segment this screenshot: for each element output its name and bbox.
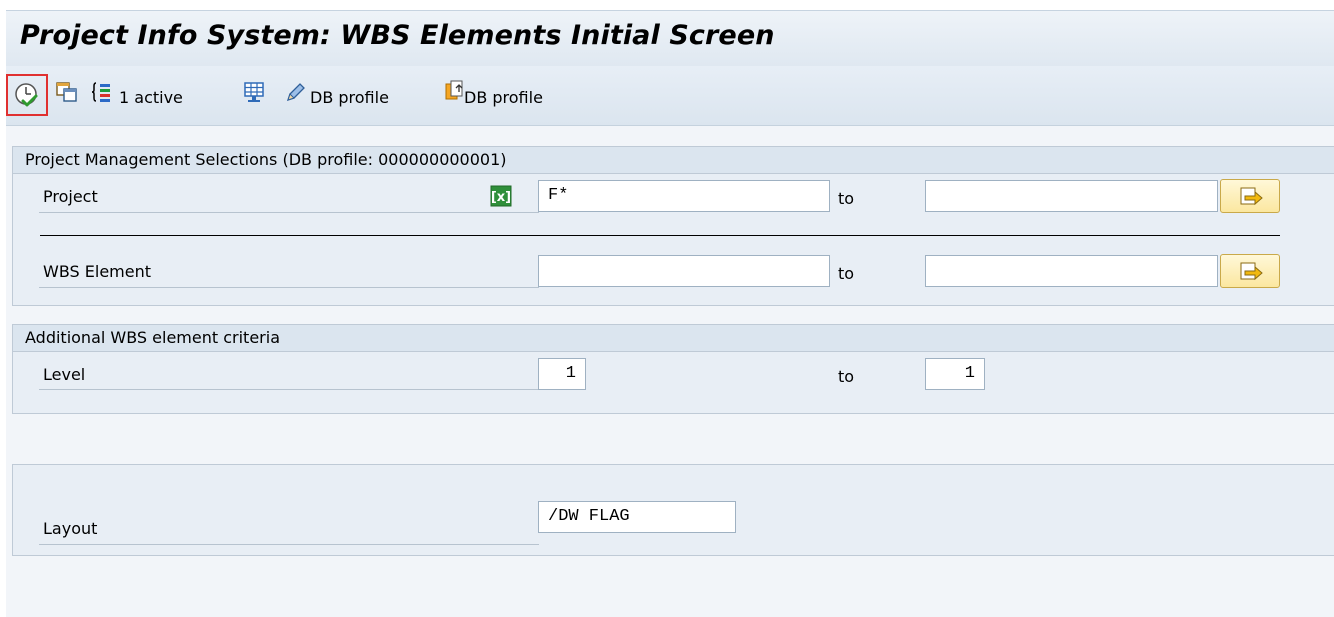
svg-text:[x]: [x] [491, 190, 511, 205]
db-profile-label-2: DB profile [464, 88, 543, 107]
group-title: Project Management Selections (DB profil… [13, 147, 1334, 174]
project-label: Project [43, 187, 98, 206]
project-multiple-selection-button[interactable] [1220, 179, 1280, 213]
equal-option-icon: [x] [490, 185, 512, 207]
section-separator [40, 235, 1280, 236]
db-profile-label-1: DB profile [310, 88, 389, 107]
dynamic-selection-icon [91, 82, 110, 102]
active-selections-count[interactable]: 1 active [119, 88, 183, 107]
level-from-input[interactable]: 1 [538, 358, 586, 390]
row-underline [39, 287, 539, 288]
execute-button[interactable] [6, 74, 48, 116]
wbs-element-label: WBS Element [43, 262, 151, 281]
layout-group: Layout /DW FLAG [12, 464, 1334, 556]
level-to-label: to [838, 367, 855, 386]
wbs-element-to-input[interactable] [925, 255, 1218, 287]
row-underline [39, 544, 539, 545]
multiple-selection-arrow-icon [1240, 262, 1263, 281]
application-toolbar: 1 active DB profile DB profile [6, 66, 1334, 126]
grid-table-icon [244, 82, 264, 102]
copy-windows-icon [56, 82, 77, 102]
execute-clock-check-icon [15, 83, 38, 107]
group-title: Additional WBS element criteria [13, 325, 1334, 352]
row-underline [39, 212, 539, 213]
wbs-element-to-label: to [838, 264, 855, 283]
multiple-selection-arrow-icon [1240, 187, 1263, 206]
project-to-label: to [838, 189, 855, 208]
sap-window: Project Info System: WBS Elements Initia… [0, 0, 1334, 617]
title-bar: Project Info System: WBS Elements Initia… [6, 10, 1334, 66]
additional-criteria-group: Additional WBS element criteria Level 1 … [12, 324, 1334, 414]
wbs-element-from-input[interactable] [538, 255, 830, 287]
db-profile-button[interactable]: DB profile [444, 79, 576, 107]
screen-title: Project Info System: WBS Elements Initia… [20, 20, 775, 51]
layout-label: Layout [43, 519, 98, 538]
project-to-input[interactable] [925, 180, 1218, 212]
project-management-group: Project Management Selections (DB profil… [12, 146, 1334, 306]
level-label: Level [43, 365, 86, 384]
row-underline [39, 389, 539, 390]
get-variant-button[interactable] [55, 80, 79, 104]
dynamic-selections-button[interactable] [91, 80, 116, 104]
wbs-element-multiple-selection-button[interactable] [1220, 254, 1280, 288]
layout-input[interactable]: /DW FLAG [538, 501, 736, 533]
selection-screen: Project Management Selections (DB profil… [6, 126, 1334, 617]
level-to-input[interactable]: 1 [925, 358, 985, 390]
select-options-icon[interactable]: [x] [490, 185, 512, 207]
project-from-input[interactable]: F* [538, 180, 830, 212]
pencil-icon [286, 83, 305, 102]
edit-db-profile-button[interactable]: DB profile [284, 80, 416, 108]
database-grid-button[interactable] [242, 80, 266, 104]
